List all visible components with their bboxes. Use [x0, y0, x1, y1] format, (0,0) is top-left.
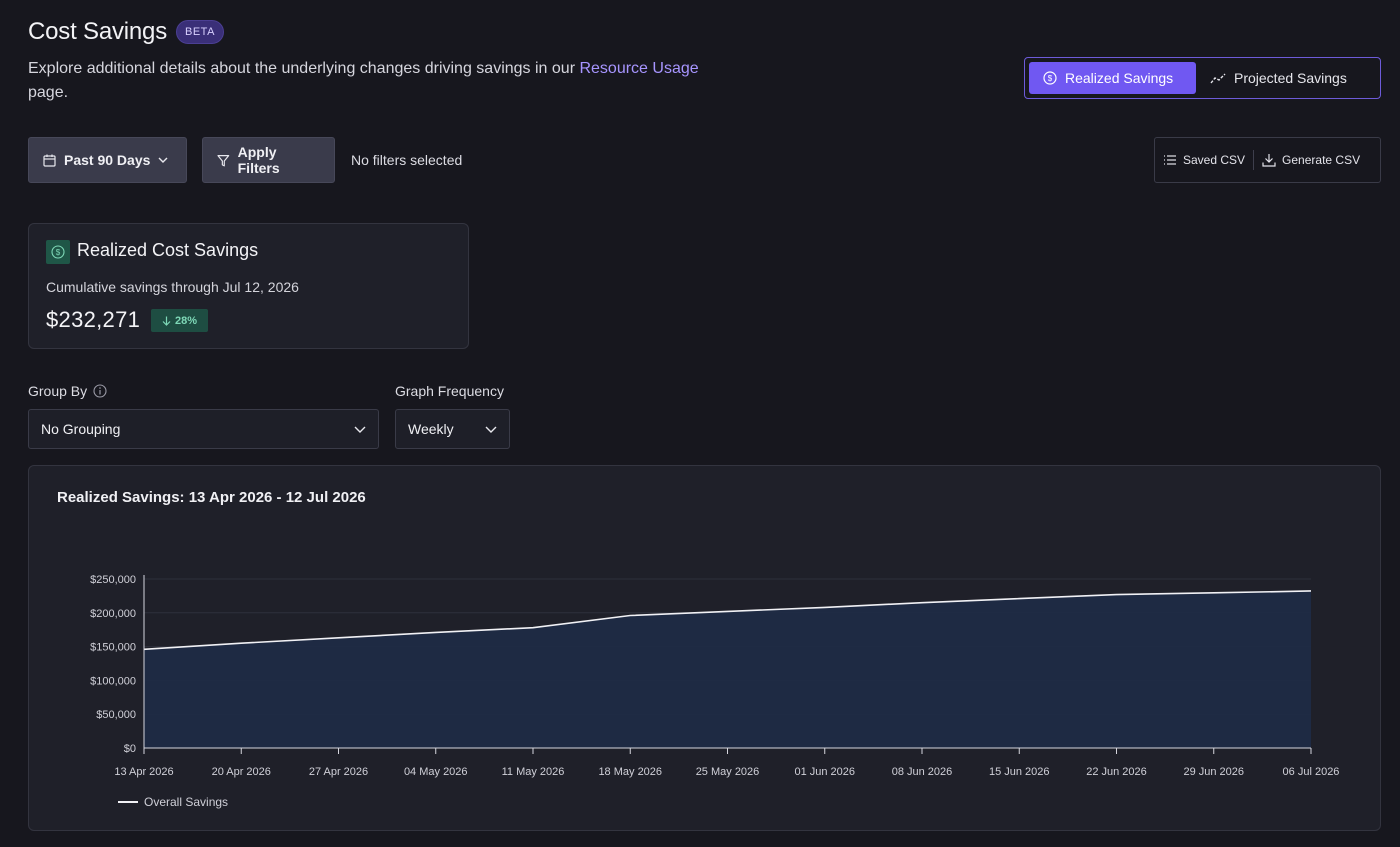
x-tick-label: 20 Apr 2026 — [212, 766, 271, 778]
x-tick-label: 25 May 2026 — [696, 766, 760, 778]
savings-area-chart: $0 $50,000 $100,000 $150,000 $200,000 $250,00… — [90, 574, 1340, 778]
x-tick-label: 08 Jun 2026 — [892, 766, 953, 778]
x-tick-label: 06 Jul 2026 — [1283, 766, 1340, 778]
x-tick-label: 11 May 2026 — [502, 766, 565, 778]
legend-label: Overall Savings — [144, 795, 229, 809]
x-tick-label: 13 Apr 2026 — [114, 766, 173, 778]
x-tick-label: 18 May 2026 — [598, 766, 662, 778]
y-tick-label: $150,000 — [90, 642, 136, 654]
y-tick-label: $250,000 — [90, 574, 136, 586]
x-tick-label: 29 Jun 2026 — [1183, 766, 1244, 778]
y-tick-label: $100,000 — [90, 675, 136, 687]
chart-legend[interactable]: Overall Savings — [118, 795, 228, 809]
legend-swatch — [118, 801, 138, 803]
y-tick-label: $200,000 — [90, 608, 136, 620]
x-tick-label: 15 Jun 2026 — [989, 766, 1050, 778]
area-fill — [144, 590, 1311, 748]
x-tick-label: 01 Jun 2026 — [794, 766, 855, 778]
x-tick-label: 27 Apr 2026 — [309, 766, 368, 778]
y-tick-label: $0 — [124, 743, 136, 755]
y-tick-label: $50,000 — [96, 709, 136, 721]
x-tick-label: 22 Jun 2026 — [1086, 766, 1147, 778]
x-tick-label: 04 May 2026 — [404, 766, 468, 778]
